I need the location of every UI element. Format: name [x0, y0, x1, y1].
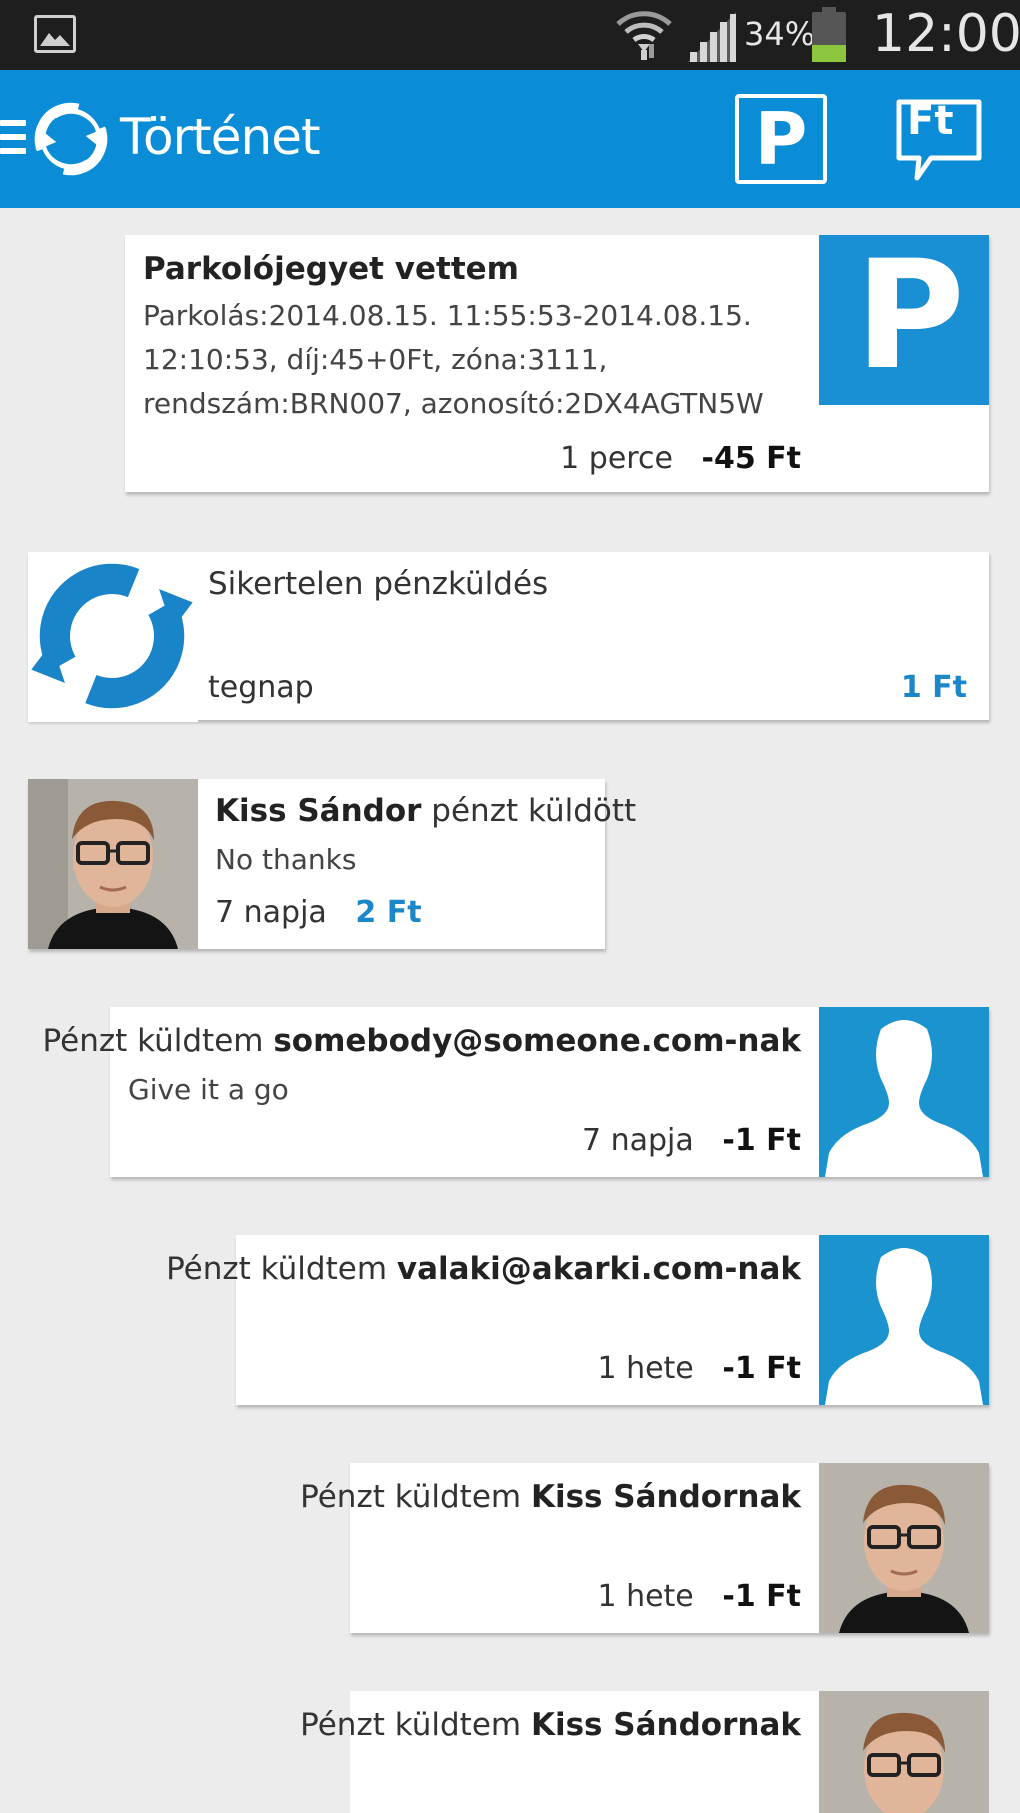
item-title: Pénzt küldtem Kiss Sándornak: [300, 1707, 801, 1743]
avatar: [819, 1691, 989, 1813]
item-detail: 12:10:53, díj:45+0Ft, zóna:3111,: [143, 343, 608, 376]
clock: 12:00: [872, 4, 1020, 64]
item-action: pénzt küldött: [431, 793, 637, 829]
item-title: Pénzt küldtem valaki@akarki.com-nak: [166, 1251, 801, 1287]
item-time: 1 perce: [560, 441, 673, 476]
wifi-icon: [616, 11, 672, 60]
history-item-parking[interactable]: Parkolójegyet vettem Parkolás:2014.08.15…: [125, 235, 989, 492]
history-item-sent[interactable]: Pénzt küldtem somebody@someone.com-nak G…: [43, 1007, 989, 1177]
avatar-placeholder: [819, 1235, 989, 1405]
item-title: Pénzt küldtem somebody@someone.com-nak: [43, 1023, 801, 1059]
sync-logo-icon: [31, 563, 193, 709]
item-meta: 7 napja -1 Ft: [582, 1123, 801, 1158]
gallery-icon: [34, 15, 76, 53]
item-title: Parkolójegyet vettem: [143, 251, 519, 287]
person-photo-icon: [819, 1691, 989, 1813]
item-title: Pénzt küldtem Kiss Sándornak: [300, 1479, 801, 1515]
item-message: Give it a go: [128, 1073, 289, 1106]
item-amount: -1 Ft: [722, 1579, 801, 1614]
item-amount: 2 Ft: [355, 895, 422, 930]
page-title: Történet: [120, 108, 321, 166]
item-time: 7 napja: [215, 895, 327, 930]
avatar: [28, 779, 198, 949]
item-message: No thanks: [215, 843, 357, 876]
item-meta: 1 perce -45 Ft: [560, 441, 801, 476]
item-amount: 1 Ft: [900, 670, 967, 705]
item-amount: -1 Ft: [722, 1123, 801, 1158]
item-time: 1 hete: [597, 1351, 694, 1386]
avatar: [819, 1463, 989, 1633]
item-prefix: Pénzt küldtem: [300, 1707, 522, 1743]
item-detail: Parkolás:2014.08.15. 11:55:53-2014.08.15…: [143, 299, 752, 332]
person-silhouette-icon: [825, 1248, 983, 1405]
item-meta: 7 napja 2 Ft: [215, 895, 422, 930]
item-time: 1 hete: [597, 1579, 694, 1614]
person-photo-icon: [28, 779, 198, 949]
history-item-failed-transfer[interactable]: Sikertelen pénzküldés tegnap 1 Ft: [28, 552, 989, 722]
menu-icon[interactable]: [0, 120, 26, 158]
signal-icon: [688, 12, 736, 62]
item-meta: 1 hete -1 Ft: [597, 1351, 801, 1386]
item-meta: 1 hete -1 Ft: [597, 1579, 801, 1614]
parking-icon: P: [855, 235, 965, 403]
item-detail: rendszám:BRN007, azonosító:2DX4AGTN5W: [143, 387, 764, 420]
avatar-placeholder: [819, 1007, 989, 1177]
item-prefix: Pénzt küldtem: [42, 1023, 264, 1059]
item-title: Sikertelen pénzküldés: [208, 566, 549, 602]
app-bar: Történet P Ft: [0, 70, 1020, 208]
person-silhouette-icon: [825, 1020, 983, 1177]
item-prefix: Pénzt küldtem: [166, 1251, 388, 1287]
history-item-sent[interactable]: Pénzt küldtem valaki@akarki.com-nak 1 he…: [166, 1235, 989, 1405]
parking-button[interactable]: P: [735, 94, 827, 184]
recipient: valaki@akarki.com-nak: [396, 1251, 801, 1287]
item-time: 7 napja: [581, 1123, 694, 1158]
history-item-received[interactable]: Kiss Sándor pénzt küldött No thanks 7 na…: [28, 779, 636, 949]
status-bar: 34% 12:00: [0, 0, 1020, 70]
item-amount: -45 Ft: [701, 441, 801, 476]
history-item-sent[interactable]: Pénzt küldtem Kiss Sándornak 1 hete -1 F…: [300, 1463, 989, 1633]
recipient: Kiss Sándornak: [530, 1479, 801, 1515]
history-item-sent[interactable]: Pénzt küldtem Kiss Sándornak: [300, 1691, 989, 1813]
app-logo-icon[interactable]: [34, 102, 108, 176]
item-time: tegnap: [208, 670, 314, 705]
item-amount: -1 Ft: [722, 1351, 801, 1386]
battery-percent: 34%: [744, 15, 816, 53]
battery-icon: [812, 7, 846, 62]
person-photo-icon: [819, 1463, 989, 1633]
parking-thumbnail: P: [819, 235, 989, 405]
item-title: Kiss Sándor pénzt küldött: [215, 793, 636, 829]
item-prefix: Pénzt küldtem: [300, 1479, 522, 1515]
recipient: Kiss Sándornak: [530, 1707, 801, 1743]
send-money-button[interactable]: Ft: [895, 98, 983, 186]
recipient: somebody@someone.com-nak: [273, 1023, 801, 1059]
sender-name: Kiss Sándor: [215, 793, 422, 829]
app-logo-thumbnail: [28, 552, 198, 722]
